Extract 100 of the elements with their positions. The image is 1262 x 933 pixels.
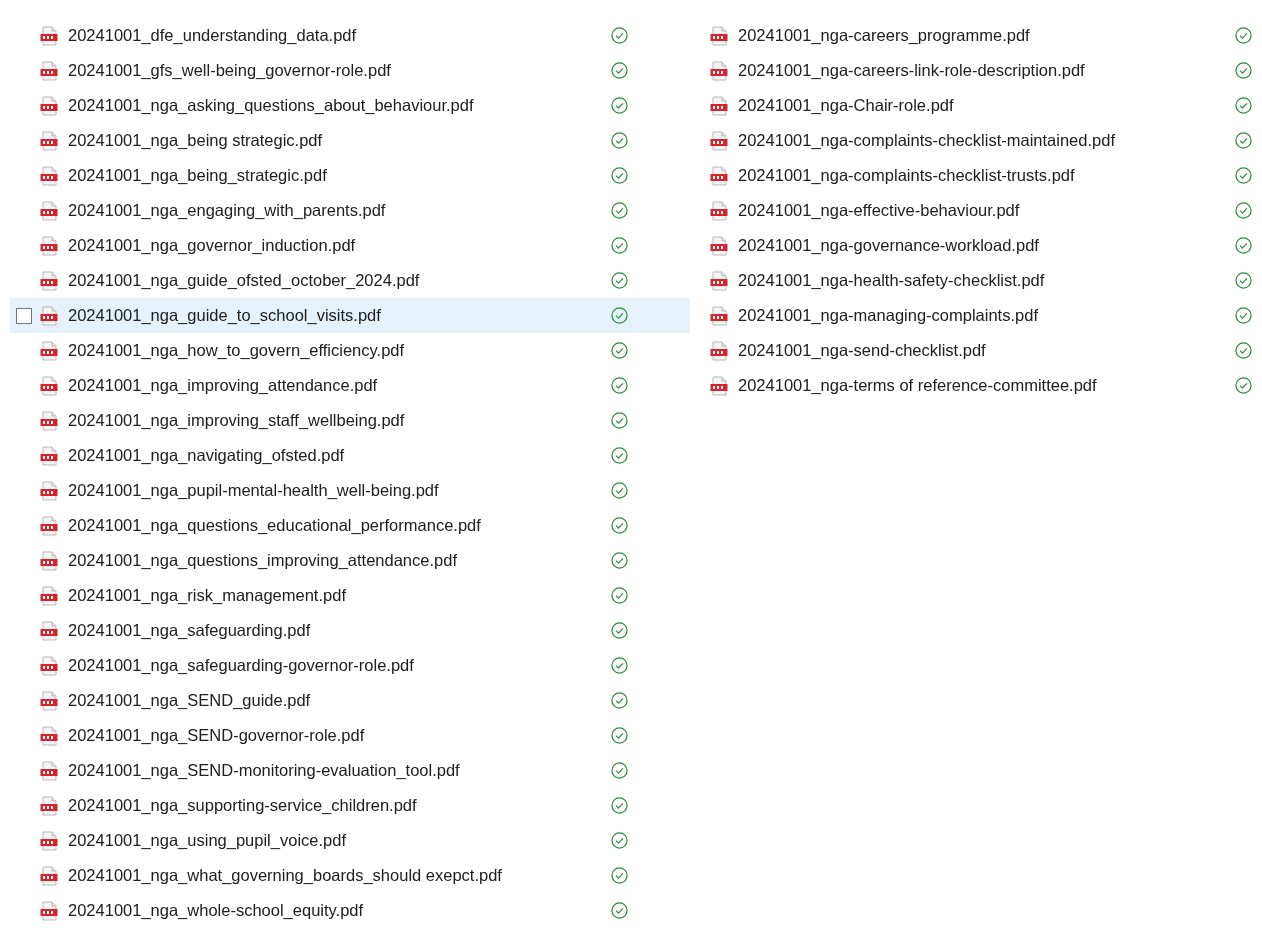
check-circle-icon [611, 622, 628, 639]
file-name[interactable]: 20241001_nga_engaging_with_parents.pdf [68, 201, 611, 220]
check-circle-icon [611, 307, 628, 324]
file-name[interactable]: 20241001_nga_being_strategic.pdf [68, 166, 611, 185]
file-name[interactable]: 20241001_nga_safeguarding.pdf [68, 621, 611, 640]
file-name[interactable]: 20241001_nga-managing-complaints.pdf [738, 306, 1235, 325]
pdf-file-icon [40, 620, 58, 641]
pdf-file-icon [40, 25, 58, 46]
check-circle-icon [1235, 342, 1252, 359]
file-name[interactable]: 20241001_nga_navigating_ofsted.pdf [68, 446, 611, 465]
file-name[interactable]: 20241001_nga_safeguarding-governor-role.pdf [68, 656, 611, 675]
pdf-file-icon [40, 200, 58, 221]
check-circle-icon [611, 62, 628, 79]
check-circle-icon [611, 657, 628, 674]
check-circle-icon [611, 272, 628, 289]
pdf-file-icon [710, 305, 728, 326]
file-name[interactable]: 20241001_nga_what_governing_boards_should exepct.pdf [68, 866, 611, 885]
file-name[interactable]: 20241001_nga_supporting-service_children.pdf [68, 796, 611, 815]
check-circle-icon [1235, 202, 1252, 219]
pdf-file-icon [40, 515, 58, 536]
file-name[interactable]: 20241001_nga_governor_induction.pdf [68, 236, 611, 255]
check-circle-icon [1235, 62, 1252, 79]
pdf-file-icon [40, 340, 58, 361]
check-circle-icon [1235, 97, 1252, 114]
pdf-file-icon [710, 200, 728, 221]
check-circle-icon [611, 552, 628, 569]
pdf-file-icon [710, 25, 728, 46]
check-circle-icon [611, 97, 628, 114]
pdf-file-icon [40, 655, 58, 676]
check-circle-icon [1235, 272, 1252, 289]
checkbox[interactable] [16, 307, 32, 324]
file-name[interactable]: 20241001_nga_being strategic.pdf [68, 131, 611, 150]
pdf-file-icon [40, 130, 58, 151]
pdf-file-icon [40, 865, 58, 886]
check-circle-icon [611, 447, 628, 464]
pdf-file-icon [40, 165, 58, 186]
pdf-file-icon [40, 830, 58, 851]
pdf-file-icon [710, 235, 728, 256]
file-name[interactable]: 20241001_nga_whole-school_equity.pdf [68, 901, 611, 920]
check-circle-icon [611, 412, 628, 429]
file-name[interactable]: 20241001_nga_SEND_guide.pdf [68, 691, 611, 710]
file-name[interactable]: 20241001_nga-careers_programme.pdf [738, 26, 1235, 45]
check-circle-icon [611, 762, 628, 779]
check-circle-icon [611, 202, 628, 219]
check-circle-icon [611, 342, 628, 359]
pdf-file-icon [710, 270, 728, 291]
pdf-file-icon [40, 95, 58, 116]
pdf-file-icon [40, 305, 58, 326]
check-circle-icon [611, 587, 628, 604]
check-circle-icon [1235, 377, 1252, 394]
pdf-file-icon [40, 480, 58, 501]
pdf-file-icon [40, 725, 58, 746]
file-name[interactable]: 20241001_nga_pupil-mental-health_well-being.pdf [68, 481, 611, 500]
file-name[interactable]: 20241001_nga-terms of reference-committee.pdf [738, 376, 1235, 395]
file-name[interactable]: 20241001_nga_guide_to_school_visits.pdf [68, 306, 611, 325]
file-name[interactable]: 20241001_nga-Chair-role.pdf [738, 96, 1235, 115]
file-row-highlight[interactable]: 20241001_nga_guide_to_school_visits.pdf [10, 298, 690, 333]
pdf-file-icon [40, 235, 58, 256]
check-circle-icon [611, 692, 628, 709]
file-name[interactable]: 20241001_nga_improving_staff_wellbeing.pdf [68, 411, 611, 430]
file-name[interactable]: 20241001_dfe_understanding_data.pdf [68, 26, 611, 45]
check-circle-icon [1235, 237, 1252, 254]
file-name[interactable]: 20241001_nga-send-checklist.pdf [738, 341, 1235, 360]
check-circle-icon [611, 132, 628, 149]
check-circle-icon [1235, 307, 1252, 324]
pdf-file-icon [710, 165, 728, 186]
file-name[interactable]: 20241001_nga-careers-link-role-description.pdf [738, 61, 1235, 80]
pdf-file-icon [40, 585, 58, 606]
check-circle-icon [611, 237, 628, 254]
pdf-file-icon [710, 95, 728, 116]
check-circle-icon [611, 517, 628, 534]
file-name[interactable]: 20241001_nga-effective-behaviour.pdf [738, 201, 1235, 220]
pdf-file-icon [40, 375, 58, 396]
pdf-file-icon [40, 445, 58, 466]
check-circle-icon [1235, 27, 1252, 44]
file-name[interactable]: 20241001_nga_questions_improving_attendance.pdf [68, 551, 611, 570]
check-circle-icon [611, 167, 628, 184]
file-name[interactable]: 20241001_nga_improving_attendance.pdf [68, 376, 611, 395]
pdf-file-icon [40, 760, 58, 781]
check-circle-icon [1235, 132, 1252, 149]
file-name[interactable]: 20241001_nga_how_to_govern_efficiency.pdf [68, 341, 611, 360]
pdf-file-icon [40, 900, 58, 921]
file-name[interactable]: 20241001_nga-complaints-checklist-maintained.pdf [738, 131, 1235, 150]
file-name[interactable]: 20241001_nga-complaints-checklist-trusts.pdf [738, 166, 1235, 185]
file-name[interactable]: 20241001_nga-governance-workload.pdf [738, 236, 1235, 255]
file-name[interactable]: 20241001_gfs_well-being_governor-role.pdf [68, 61, 611, 80]
check-circle-icon [611, 832, 628, 849]
file-name[interactable]: 20241001_nga_risk_management.pdf [68, 586, 611, 605]
file-name[interactable]: 20241001_nga-health-safety-checklist.pdf [738, 271, 1235, 290]
file-name[interactable]: 20241001_nga_asking_questions_about_behaviour.pdf [68, 96, 611, 115]
file-name[interactable]: 20241001_nga_SEND-monitoring-evaluation_tool.pdf [68, 761, 611, 780]
pdf-file-icon [40, 270, 58, 291]
file-name[interactable]: 20241001_nga_guide_ofsted_october_2024.pdf [68, 271, 611, 290]
pdf-file-icon [710, 375, 728, 396]
pdf-file-icon [710, 130, 728, 151]
file-name[interactable]: 20241001_nga_using_pupil_voice.pdf [68, 831, 611, 850]
file-name[interactable]: 20241001_nga_questions_educational_performance.pdf [68, 516, 611, 535]
check-circle-icon [611, 902, 628, 919]
check-circle-icon [611, 482, 628, 499]
file-name[interactable]: 20241001_nga_SEND-governor-role.pdf [68, 726, 611, 745]
